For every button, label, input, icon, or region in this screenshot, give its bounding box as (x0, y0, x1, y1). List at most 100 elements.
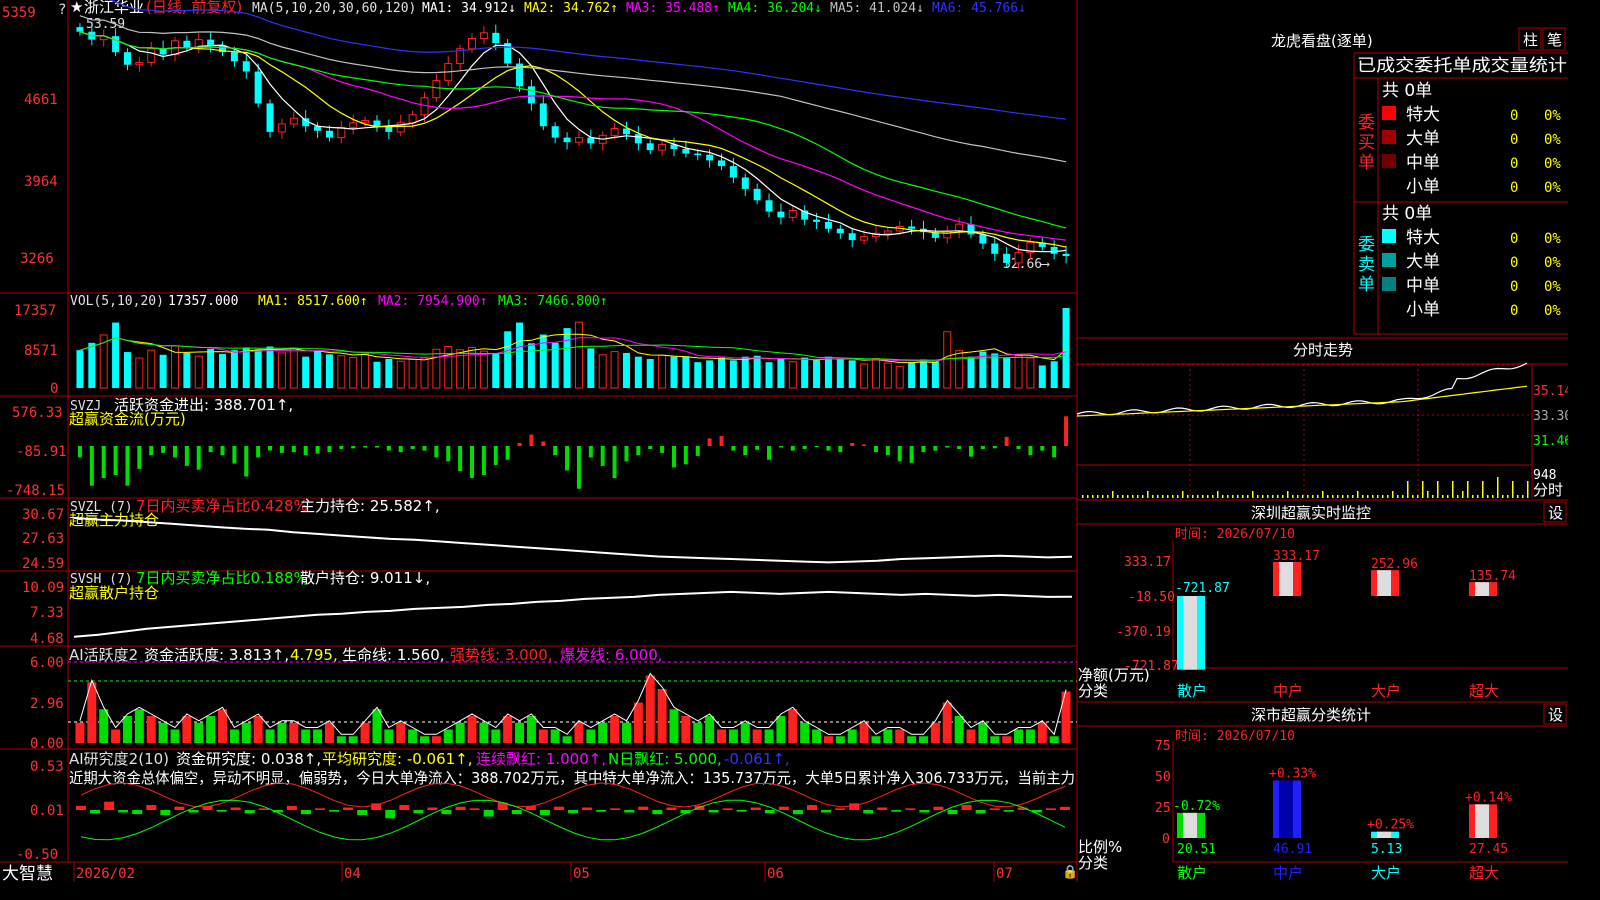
ai-yanjiu-bar (188, 810, 199, 813)
intraday-vol-bar (1097, 495, 1099, 498)
candlestick-series (76, 23, 1070, 269)
buy-row-label: 大单 (1406, 129, 1440, 149)
candle-body (658, 143, 667, 151)
vol-bar (908, 362, 916, 388)
lock-icon[interactable]: 🔒 (1062, 865, 1078, 880)
vol-bar (598, 354, 607, 389)
vol-bar (777, 358, 785, 388)
x-label-2: 04 (344, 866, 361, 882)
vol-bar (1014, 355, 1023, 389)
vol-bar (883, 362, 892, 389)
ai-yanjiu-bar (413, 810, 424, 814)
ai-huoyue-bar (241, 722, 251, 743)
candle-body (492, 32, 500, 44)
candle-body (694, 153, 702, 156)
candle-body (551, 126, 559, 138)
sz-class-change-1: -0.72% (1173, 799, 1220, 814)
stock-chart-canvas[interactable]: 5359 ★ 浙江华业 (日线, 前复权) MA(5,10,20,30,60,1… (0, 0, 1568, 882)
intraday-vol-bar (1502, 495, 1504, 498)
buy-row-count: 0 (1510, 132, 1518, 148)
ai-huoyue-tick-2: 2.96 (30, 696, 64, 712)
svzj-bar (850, 442, 855, 446)
vol-value: 17357.000 (168, 294, 238, 309)
ai-yanjiu-bar (778, 806, 789, 810)
svzj-bar (921, 446, 926, 453)
sz-class-cat-4: 超大 (1469, 864, 1499, 882)
ai-huoyue-bar (693, 722, 703, 743)
ai-huoyue-bar (847, 729, 857, 743)
svzj-bar (624, 446, 629, 462)
ai-huoyue-bar (907, 736, 917, 743)
svzj-tick-1: 576.33 (12, 405, 63, 421)
ai-huoyue-bar (170, 729, 180, 743)
svzj-bar (279, 446, 284, 453)
ai-yanjiu-bar (511, 810, 522, 815)
vol-ma2-line (79, 337, 1067, 362)
ai-huoyue-label: AI活跃度2 (69, 646, 138, 664)
ai-huoyue-bar (324, 722, 334, 743)
intraday-vol-bar (1402, 495, 1404, 498)
vol-bar (955, 350, 964, 389)
ai-huoyue-t2: 4.795, (290, 646, 338, 664)
candle-body (135, 61, 144, 66)
ai-huoyue-bar (134, 709, 144, 743)
svzj-bar (980, 446, 985, 450)
ai-yanjiu-bar (750, 807, 761, 810)
intraday-vol-bar (1172, 495, 1174, 498)
ma-legend-1: MA1: 34.912↓ (422, 1, 516, 16)
vol-bar (396, 360, 405, 389)
vol-legend: VOL(5,10,20) 17357.000 MA1: 8517.600↑ MA2… (70, 294, 608, 309)
svzj-bar (743, 446, 748, 456)
intraday-vol-bar (1527, 481, 1529, 498)
svzj-bar (873, 446, 878, 453)
sz-monitor-value-3: 252.96 (1371, 557, 1418, 572)
svzj-bar (612, 446, 617, 479)
svzj-bar (458, 446, 463, 472)
ai-yanjiu-t2: 平均研究度: -0.061↑, (322, 750, 473, 768)
svzj-bar (256, 446, 261, 458)
intraday-vol-bar (1167, 495, 1169, 498)
ai-huoyue-bar (229, 729, 239, 743)
vol-bar (943, 331, 952, 389)
intraday-vol-bar (1272, 495, 1274, 498)
svzj-bar (137, 446, 142, 469)
svzj-bar (113, 446, 118, 476)
candle-body (479, 32, 488, 40)
intraday-volume (1082, 477, 1529, 498)
ai-huoyue-bar (111, 729, 121, 743)
ai-yanjiu-bar (343, 807, 354, 810)
ai-huoyue-bar (515, 722, 525, 743)
candle-body (753, 188, 761, 201)
intraday-vol-bar (1472, 495, 1474, 498)
ai-huoyue-bar (657, 689, 667, 743)
intraday-vol-bar (1492, 495, 1494, 498)
candle-body (349, 122, 358, 128)
sell-row-pct: 0% (1544, 303, 1561, 319)
svzj-bar (838, 446, 843, 453)
ai-yanjiu-bar (118, 810, 129, 813)
candle-body (123, 52, 131, 65)
help-icon[interactable]: ? (58, 2, 66, 18)
ai-huoyue-bar (800, 722, 810, 743)
sz-class-panel: 深市超赢分类统计 设 时间: 2026/07/10 75 50 25 0 比例%… (1077, 701, 1568, 882)
intraday-vol-bar (1292, 495, 1294, 498)
intraday-vol-bar (1522, 495, 1524, 498)
intraday-vol-bar (1307, 495, 1309, 498)
ai-huoyue-bar (218, 709, 228, 743)
svzj-bar (351, 446, 356, 449)
candle-body (563, 137, 571, 143)
candle-body (587, 137, 595, 144)
ai-huoyue-bar (1049, 736, 1059, 743)
vol-tick-1: 17357 (14, 303, 56, 319)
vol-bar (729, 360, 737, 388)
svzj-bar (172, 446, 177, 458)
ai-huoyue-bar (467, 716, 477, 743)
ai-yanjiu-bar (947, 810, 958, 815)
intraday-vol-bar (1412, 495, 1414, 498)
intraday-vol-bar (1397, 495, 1399, 498)
ai-huoyue-bar (372, 709, 382, 743)
brand-logo: 大智慧 (2, 864, 53, 882)
svzj-bar (410, 446, 415, 450)
svzj-bar (767, 446, 772, 460)
intraday-vol-bar (1267, 495, 1269, 498)
